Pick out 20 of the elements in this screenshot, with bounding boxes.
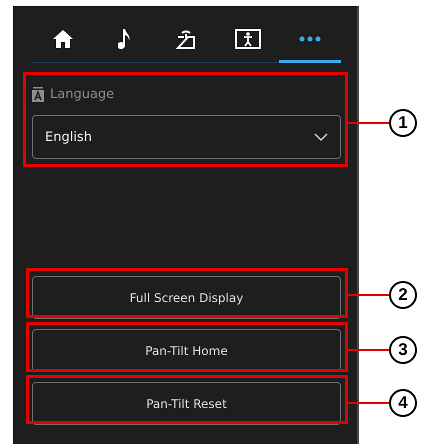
action-button[interactable]: Pan-Tilt Home <box>32 329 341 372</box>
tray-icon <box>175 28 198 50</box>
language-icon <box>32 86 44 102</box>
callout-number: 2 <box>389 281 417 309</box>
chevron-down-icon <box>314 133 328 141</box>
leader-line <box>348 349 389 351</box>
language-label: Language <box>50 86 114 102</box>
leader-line <box>348 402 389 404</box>
callout-number: 3 <box>389 336 417 364</box>
action-button[interactable]: Full Screen Display <box>32 276 341 319</box>
leader-line <box>348 122 389 124</box>
language-dropdown[interactable]: English <box>32 115 341 159</box>
home-icon <box>52 29 74 49</box>
callout-number: 1 <box>389 109 417 137</box>
action-button[interactable]: Pan-Tilt Reset <box>32 382 341 425</box>
callout-number: 4 <box>389 389 417 417</box>
person-frame-icon <box>235 29 262 49</box>
music-note-icon <box>118 28 132 50</box>
leader-line <box>348 294 389 296</box>
more-icon <box>299 36 322 42</box>
